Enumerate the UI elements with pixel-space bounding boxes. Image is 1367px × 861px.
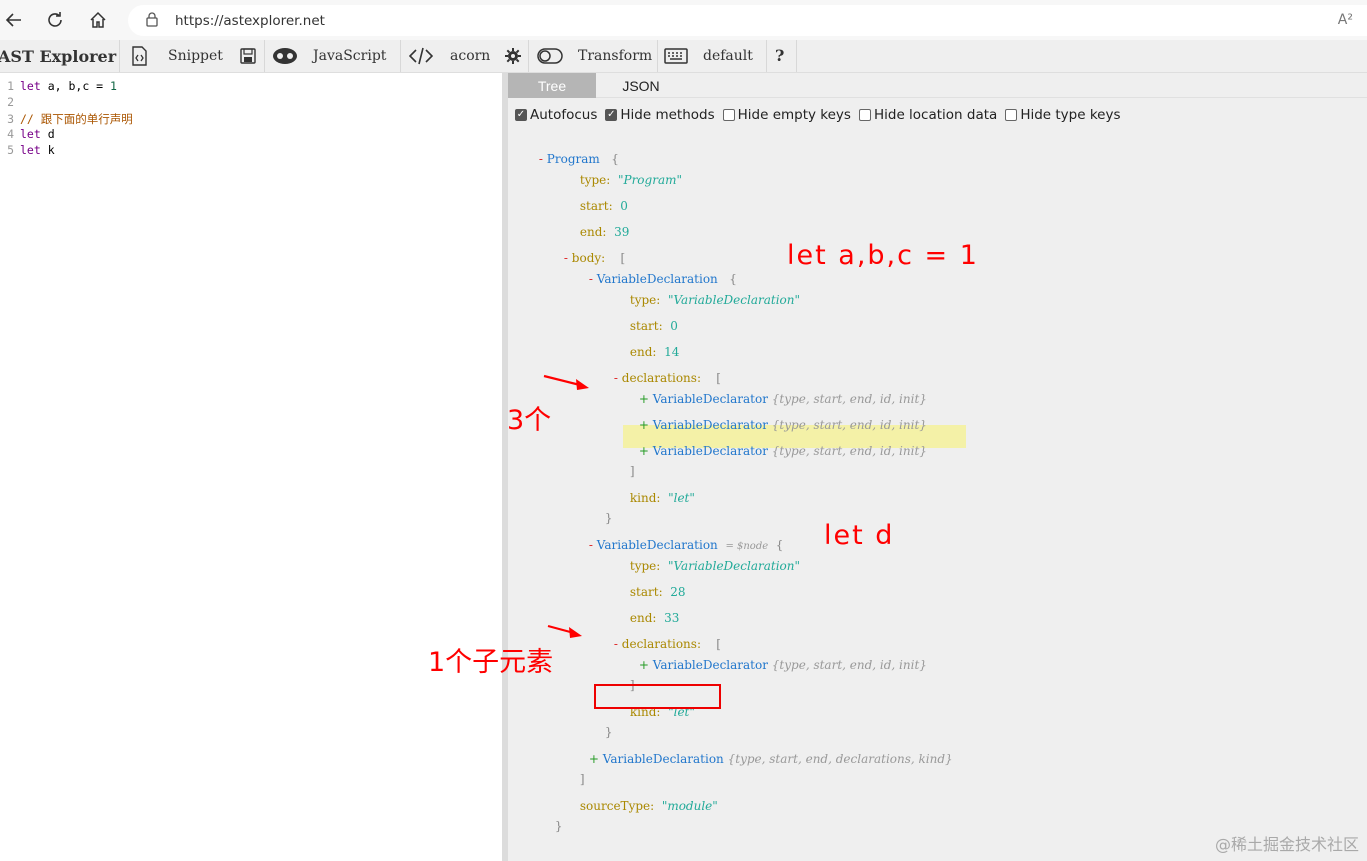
code-line[interactable]: 5 let k <box>0 143 55 159</box>
code-icon[interactable] <box>409 46 433 66</box>
annotation-decl2: let d <box>824 520 895 551</box>
line-number: 3 <box>7 112 14 126</box>
snippet-menu[interactable]: Snippet <box>168 48 223 64</box>
gear-icon[interactable] <box>505 46 521 66</box>
home-icon[interactable] <box>84 6 112 34</box>
line-number: 2 <box>7 95 14 109</box>
code-token: d <box>40 127 55 141</box>
toolbar-divider <box>796 40 797 72</box>
kind-highlight-box <box>594 684 721 709</box>
declarations-2-close: ] <box>629 678 635 692</box>
parser-select[interactable]: acorn <box>450 48 490 64</box>
code-line[interactable]: 2 <box>0 95 20 111</box>
toolbar-divider <box>766 40 767 72</box>
declarator-row[interactable]: + VariableDeclarator {type, start, end, … <box>616 641 927 672</box>
var-decl-1-kind-row: kind: "let" <box>629 491 695 505</box>
code-token: k <box>40 143 55 157</box>
language-select[interactable]: JavaScript <box>313 48 386 64</box>
url-text: https://astexplorer.net <box>175 13 325 29</box>
program-close: } <box>554 819 563 833</box>
annotation-three: 3个 <box>507 405 552 436</box>
keyboard-icon[interactable] <box>664 46 688 66</box>
code-editor[interactable]: 1 let a, b,c = 1 2 3// 跟下面的单行声明 4 let d 5 let k <box>0 73 502 861</box>
line-number: 1 <box>7 79 14 93</box>
body-close: ] <box>579 772 585 786</box>
program-end-row: end: 39 <box>579 225 630 239</box>
declarations-1-row[interactable]: - declarations: [ <box>591 354 721 385</box>
refresh-icon[interactable] <box>41 6 69 34</box>
code-token: let <box>20 127 41 141</box>
var-decl-3-node[interactable]: + VariableDeclaration {type, start, end,… <box>566 735 953 766</box>
back-arrow-icon[interactable] <box>0 6 28 34</box>
declarator-row[interactable]: + VariableDeclarator {type, start, end, … <box>616 401 927 432</box>
body-row[interactable]: - body: [ <box>541 234 625 265</box>
program-start-row: start: 0 <box>579 199 628 213</box>
var-decl-1-node[interactable]: - VariableDeclaration { <box>566 255 737 286</box>
ast-output-pane: Tree JSON ✓ Autofocus ✓ Hide methods Hide em… <box>508 73 1367 861</box>
line-number: 5 <box>7 143 14 157</box>
declarator-row[interactable]: + VariableDeclarator {type, start, end, … <box>616 427 927 458</box>
arrow-icon <box>547 624 582 638</box>
toolbar-divider <box>528 40 529 72</box>
read-aloud-icon[interactable]: A² <box>1338 12 1353 28</box>
transform-toggle[interactable]: Transform <box>578 48 652 64</box>
code-token: let <box>20 143 41 157</box>
var-decl-1-close: } <box>604 511 613 525</box>
var-decl-1-start-row: start: 0 <box>629 319 678 333</box>
toolbar-divider <box>657 40 658 72</box>
var-decl-2-node[interactable]: - VariableDeclaration = $node { <box>566 521 784 552</box>
toolbar-divider <box>119 40 120 72</box>
var-decl-2-end-row: end: 33 <box>629 611 680 625</box>
fork-icon[interactable] <box>272 46 298 66</box>
program-node[interactable]: - Program { <box>516 135 619 166</box>
code-line[interactable]: 1 let a, b,c = 1 <box>0 79 117 95</box>
toggle-icon[interactable] <box>537 46 563 66</box>
var-decl-1-end-row: end: 14 <box>629 345 680 359</box>
app-toolbar: AST Explorer Snippet JavaScript acorn Tr… <box>0 40 1367 73</box>
code-token: // 跟下面的单行声明 <box>20 112 133 126</box>
annotation-decl1: let a,b,c = 1 <box>787 240 979 271</box>
code-token: 1 <box>103 79 117 93</box>
address-bar[interactable]: https://astexplorer.net A² <box>128 5 1367 36</box>
code-token: a, b,c <box>40 79 97 93</box>
var-decl-2-type-row: type: "VariableDeclaration" <box>629 559 801 573</box>
program-type-row: type: "Program" <box>579 173 682 187</box>
save-icon[interactable] <box>240 46 256 66</box>
declarations-2-row[interactable]: - declarations: [ <box>591 620 721 651</box>
toolbar-divider <box>264 40 265 72</box>
annotation-one-child: 1个子元素 <box>428 647 554 678</box>
source-type-row: sourceType: "module" <box>579 799 718 813</box>
line-number: 4 <box>7 127 14 141</box>
var-decl-2-close: } <box>604 725 613 739</box>
declarator-row[interactable]: + VariableDeclarator {type, start, end, … <box>616 375 927 406</box>
ast-tree: - Program { type: "Program" start: 0 end… <box>508 73 1367 861</box>
lock-icon <box>146 12 158 32</box>
toolbar-divider <box>400 40 401 72</box>
var-decl-1-type-row: type: "VariableDeclaration" <box>629 293 801 307</box>
browser-toolbar: https://astexplorer.net A² <box>0 0 1367 40</box>
var-decl-2-start-row: start: 28 <box>629 585 686 599</box>
arrow-icon <box>543 374 589 390</box>
declarations-1-close: ] <box>629 464 635 478</box>
code-line[interactable]: 4 let d <box>0 127 55 143</box>
code-line[interactable]: 3 // 跟下面的单行声明 <box>0 111 133 127</box>
help-button[interactable]: ? <box>775 46 784 65</box>
watermark: @稀土掘金技术社区 <box>1214 835 1359 854</box>
snippet-icon[interactable] <box>129 46 149 66</box>
app-title: AST Explorer <box>0 47 117 66</box>
code-token: let <box>20 79 41 93</box>
keymap-select[interactable]: default <box>703 48 753 64</box>
